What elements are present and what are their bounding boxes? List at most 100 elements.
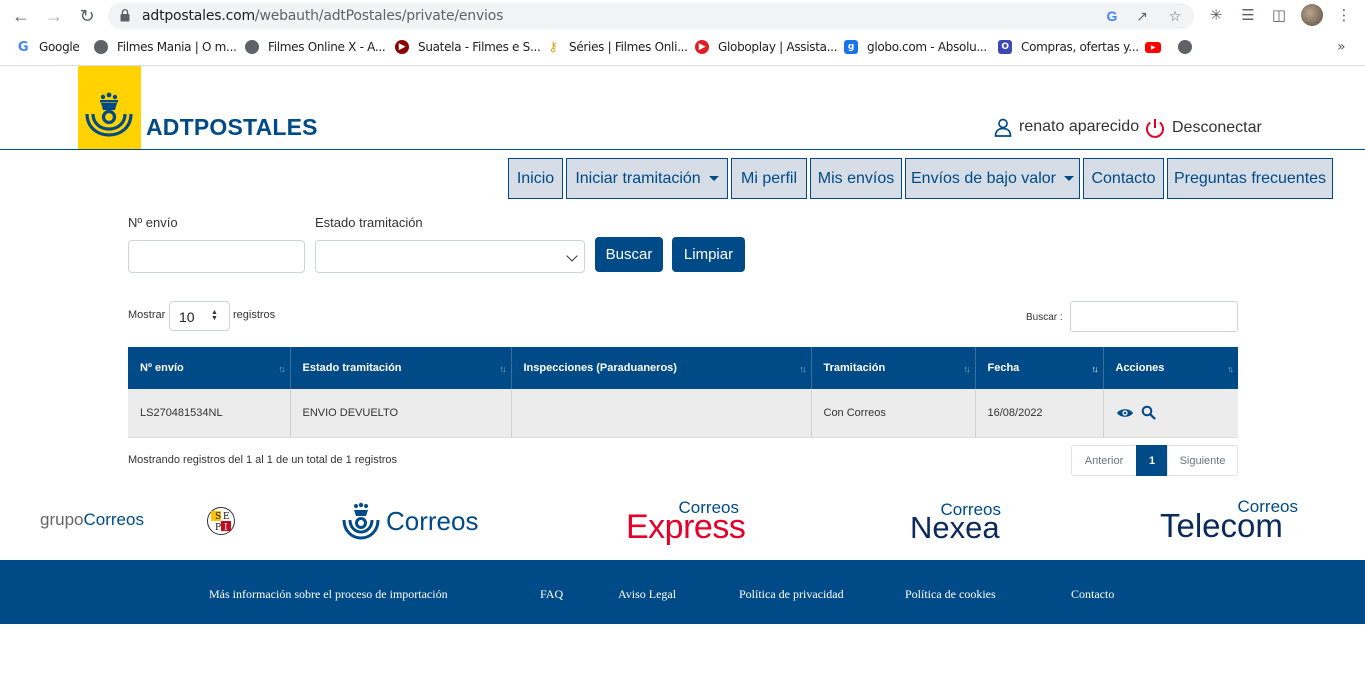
header-divider xyxy=(0,149,1365,150)
site-footer: Más información sobre el proceso de impo… xyxy=(0,560,1365,624)
menu-inicio[interactable]: Inicio xyxy=(508,158,563,199)
correos-logo[interactable] xyxy=(78,66,141,149)
sepi-logo: S E P I xyxy=(206,506,236,536)
footer-link-importacion[interactable]: Más información sobre el proceso de impo… xyxy=(209,587,448,602)
sepi-emblem-icon: S E P I xyxy=(207,507,235,535)
chevron-down-icon xyxy=(566,250,578,262)
globe-icon xyxy=(1178,40,1192,54)
records-summary: Mostrando registros del 1 al 1 de un tot… xyxy=(128,454,398,466)
bookmark-label: Suatela - Filmes e S... xyxy=(418,40,541,54)
logout-label: Desconectar xyxy=(1172,119,1262,136)
menu-envios-bajo-valor[interactable]: Envíos de bajo valor xyxy=(905,158,1080,199)
page-length-select[interactable]: 10 ▲ ▼ xyxy=(169,301,230,331)
menu-kebab-icon[interactable]: ⋮ xyxy=(1334,5,1354,25)
cell-inspecciones xyxy=(511,389,812,438)
menu-label: Contacto xyxy=(1091,169,1156,187)
back-arrow-icon[interactable]: ← xyxy=(9,4,33,28)
footer-link-aviso-legal[interactable]: Aviso Legal xyxy=(618,587,676,602)
post-horn-icon xyxy=(342,502,380,540)
address-bar[interactable]: adtpostales.com/webauth/adtPostales/priv… xyxy=(108,3,1194,29)
user-profile[interactable]: renato aparecido xyxy=(993,117,1139,137)
forward-arrow-icon[interactable]: → xyxy=(42,4,66,28)
key-icon: ⚷ xyxy=(548,39,558,55)
bookmark-globo[interactable]: g globo.com - Absolu... xyxy=(844,37,987,57)
sort-icon: ↑↓ xyxy=(278,364,286,374)
bookmark-compras[interactable]: O Compras, ofertas y... xyxy=(998,37,1139,57)
pagination-next[interactable]: Siguiente xyxy=(1167,445,1238,476)
lock-icon xyxy=(120,9,130,22)
bookmark-google[interactable]: G Google xyxy=(16,37,80,57)
caret-down-icon xyxy=(1063,176,1074,181)
estado-select[interactable] xyxy=(315,240,585,273)
bookmark-filmes-online[interactable]: Filmes Online X - A... xyxy=(245,37,386,57)
search-magnifier-icon[interactable] xyxy=(1141,405,1156,420)
menu-preguntas-frecuentes[interactable]: Preguntas frecuentes xyxy=(1167,158,1333,199)
youtube-icon: ▶ xyxy=(1145,41,1161,53)
pagination-previous[interactable]: Anterior xyxy=(1071,445,1137,476)
reload-icon[interactable]: ↻ xyxy=(75,4,99,28)
bookmark-suatela[interactable]: ▶ Suatela - Filmes e S... xyxy=(395,37,541,57)
show-label: Mostrar xyxy=(128,309,166,321)
column-label: Inspecciones (Paraduaneros) xyxy=(523,362,677,374)
bookmarks-bar: G Google Filmes Mania | O m... Filmes Onl… xyxy=(0,35,1365,59)
globoplay-icon: ▶ xyxy=(695,40,709,54)
column-header-inspecciones[interactable]: Inspecciones (Paraduaneros) ↑↓ xyxy=(511,347,812,389)
more-bookmarks-icon[interactable]: » xyxy=(1337,37,1346,57)
menu-label: Envíos de bajo valor xyxy=(911,169,1056,187)
logo-text: Express xyxy=(626,508,746,546)
view-eye-icon[interactable] xyxy=(1116,407,1134,419)
table-search-input[interactable] xyxy=(1070,301,1238,332)
share-icon[interactable]: ↗ xyxy=(1133,7,1151,25)
bookmark-label: Google xyxy=(39,40,80,54)
bookmark-label: globo.com - Absolu... xyxy=(867,40,987,54)
logo-text: Correos xyxy=(83,510,144,529)
sort-icon: ↑↓ xyxy=(499,364,507,374)
menu-iniciar-tramitacion[interactable]: Iniciar tramitación xyxy=(566,158,728,199)
estado-label: Estado tramitación xyxy=(315,215,423,230)
column-header-envio[interactable]: Nº envío ↑↓ xyxy=(128,347,291,389)
svg-text:S: S xyxy=(215,512,221,522)
extensions-icon[interactable]: ✳ xyxy=(1206,5,1226,25)
menu-mis-envios[interactable]: Mis envíos xyxy=(810,158,902,199)
power-icon xyxy=(1146,119,1164,138)
star-icon[interactable]: ☆ xyxy=(1166,7,1184,25)
side-panel-icon[interactable]: ◫ xyxy=(1269,5,1289,25)
logo-text: grupo xyxy=(40,510,84,529)
menu-label: Preguntas frecuentes xyxy=(1173,169,1327,187)
footer-link-cookies[interactable]: Política de cookies xyxy=(905,587,996,602)
menu-contacto[interactable]: Contacto xyxy=(1083,158,1164,199)
envio-input[interactable] xyxy=(128,240,305,273)
globe-icon xyxy=(94,40,108,54)
bookmark-globoplay[interactable]: ▶ Globoplay | Assista... xyxy=(695,37,838,57)
svg-text:P: P xyxy=(215,523,221,533)
table-search-label: Buscar : xyxy=(1026,312,1063,323)
logout-button[interactable]: Desconectar xyxy=(1144,117,1262,139)
shopping-icon: O xyxy=(998,40,1012,54)
clear-button[interactable]: Limpiar xyxy=(672,237,745,272)
media-control-icon[interactable]: ☰ xyxy=(1238,5,1258,25)
column-header-acciones[interactable]: Acciones ↑↓ xyxy=(1103,347,1238,389)
user-name: renato aparecido xyxy=(1019,118,1140,135)
footer-link-contacto[interactable]: Contacto xyxy=(1071,587,1114,602)
profile-avatar[interactable] xyxy=(1301,4,1323,26)
caret-down-icon xyxy=(708,176,719,181)
bookmark-series[interactable]: ⚷ Séries | Filmes Onli... xyxy=(546,37,688,57)
footer-link-privacidad[interactable]: Política de privacidad xyxy=(739,587,844,602)
menu-mi-perfil[interactable]: Mi perfil xyxy=(731,158,807,199)
brand-title[interactable]: ADTPOSTALES xyxy=(146,114,318,141)
logo-text: Correos xyxy=(386,505,479,536)
bookmark-youtube[interactable]: ▶ xyxy=(1145,37,1170,57)
bookmark-filmes-mania[interactable]: Filmes Mania | O m... xyxy=(94,37,237,57)
column-label: Estado tramitación xyxy=(302,362,402,374)
menu-label: Iniciar tramitación xyxy=(575,169,701,187)
cell-estado: ENVIO DEVUELTO xyxy=(290,389,512,438)
updown-icon: ▲ ▼ xyxy=(211,309,218,322)
column-header-fecha[interactable]: Fecha ↑↓ xyxy=(975,347,1104,389)
pagination-page-1[interactable]: 1 xyxy=(1136,445,1168,476)
search-button[interactable]: Buscar xyxy=(595,237,663,272)
column-header-tramitacion[interactable]: Tramitación ↑↓ xyxy=(811,347,976,389)
bookmark-globe[interactable] xyxy=(1178,37,1201,57)
column-header-estado[interactable]: Estado tramitación ↑↓ xyxy=(290,347,512,389)
footer-link-faq[interactable]: FAQ xyxy=(540,587,563,602)
google-translate-icon[interactable]: G xyxy=(1103,7,1121,25)
